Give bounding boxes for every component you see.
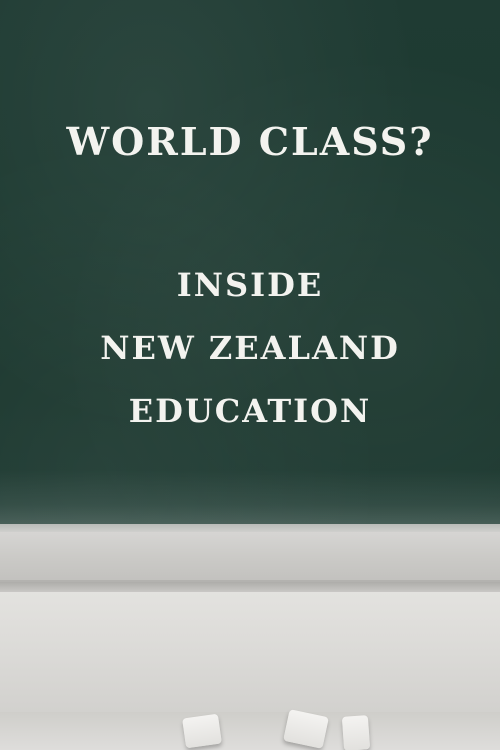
- chalkboard-frame-edge: [0, 524, 500, 532]
- chalk-ledge-rail: [0, 532, 500, 582]
- subtitle-line: NEW ZEALAND: [100, 329, 400, 367]
- chalk-dust: [0, 470, 500, 528]
- book-title: WORLD CLASS?: [66, 119, 434, 164]
- chalk-tray-bottom: [0, 712, 500, 750]
- chalkboard: [0, 0, 500, 528]
- subtitle-line: INSIDE: [176, 266, 324, 304]
- subtitle-line: EDUCATION: [128, 392, 372, 430]
- chalk-tray: [0, 592, 500, 712]
- chalk-piece: [182, 713, 222, 749]
- chalk-ledge-groove: [0, 582, 500, 592]
- chalk-piece: [341, 715, 371, 750]
- book-cover: WORLD CLASS? INSIDE NEW ZEALAND EDUCATIO…: [0, 0, 500, 750]
